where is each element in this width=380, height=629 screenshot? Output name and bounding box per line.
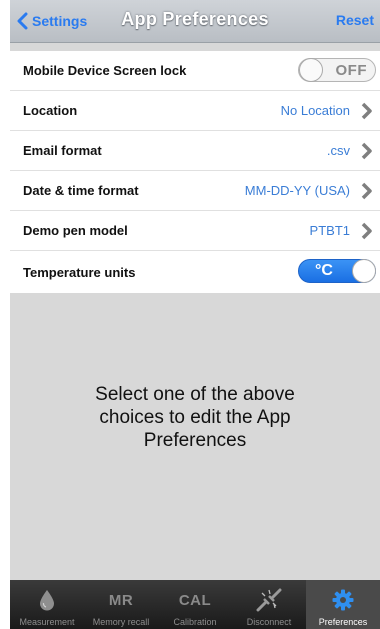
tab-label: Preferences	[318, 617, 368, 627]
navigation-bar: Settings App Preferences Reset	[10, 0, 380, 43]
setting-row-email-format[interactable]: Email format .csv	[10, 131, 380, 171]
setting-label: Mobile Device Screen lock	[23, 63, 187, 78]
tab-label: Calibration	[173, 617, 217, 627]
setting-row-screen-lock: Mobile Device Screen lock OFF	[10, 51, 380, 91]
drop-icon	[40, 590, 54, 611]
setting-value: MM-DD-YY (USA)	[244, 183, 350, 198]
setting-value: No Location	[280, 103, 350, 118]
toggle-text: °C	[315, 262, 333, 279]
setting-label: Location	[23, 103, 78, 118]
tab-label: Measurement	[19, 617, 75, 627]
setting-row-date-time-format[interactable]: Date & time format MM-DD-YY (USA)	[10, 171, 380, 211]
disconnect-icon	[256, 588, 282, 612]
temperature-units-toggle[interactable]: °C	[298, 259, 376, 283]
chevron-right-icon	[361, 142, 372, 159]
setting-row-demo-pen-model[interactable]: Demo pen model PTBT1	[10, 211, 380, 251]
chevron-right-icon	[361, 222, 372, 239]
setting-row-location[interactable]: Location No Location	[10, 91, 380, 131]
tab-label: Disconnect	[246, 617, 292, 627]
tab-label: Memory recall	[92, 617, 150, 627]
setting-label: Date & time format	[23, 183, 139, 198]
message-line: Select one of the above	[95, 384, 295, 405]
tab-bar: Measurement MR Memory recall CAL Calibra…	[10, 580, 380, 629]
reset-button[interactable]: Reset	[336, 12, 374, 28]
tab-preferences[interactable]: Preferences	[306, 580, 380, 629]
back-button[interactable]: Settings	[16, 12, 87, 30]
settings-list: Mobile Device Screen lock OFF Location N…	[10, 51, 380, 293]
screen-lock-toggle[interactable]: OFF	[298, 58, 376, 82]
back-button-label: Settings	[32, 13, 88, 29]
app-screen: Settings App Preferences Reset Mobile De…	[10, 0, 380, 629]
chevron-right-icon	[361, 102, 372, 119]
mr-icon: MR	[108, 591, 134, 609]
tab-calibration[interactable]: CAL Calibration	[158, 580, 232, 629]
chevron-left-icon	[17, 12, 28, 30]
message-line: choices to edit the App	[99, 407, 291, 428]
tab-disconnect[interactable]: Disconnect	[232, 580, 306, 629]
setting-label: Demo pen model	[23, 223, 128, 238]
toggle-knob	[352, 259, 376, 283]
setting-label: Temperature units	[23, 264, 136, 280]
message-line: Preferences	[143, 430, 247, 451]
gear-icon	[332, 589, 354, 611]
tab-measurement[interactable]: Measurement	[10, 580, 84, 629]
toggle-knob	[299, 58, 323, 82]
empty-state-message: Select one of the above choices to edit …	[10, 383, 380, 452]
setting-value: PTBT1	[309, 223, 350, 238]
setting-value: .csv	[326, 143, 350, 158]
chevron-right-icon	[361, 182, 372, 199]
setting-row-temperature-units: Temperature units °C	[10, 251, 380, 293]
tab-memory-recall[interactable]: MR Memory recall	[84, 580, 158, 629]
toggle-text: OFF	[335, 62, 367, 79]
setting-label: Email format	[23, 143, 102, 158]
cal-icon: CAL	[178, 591, 212, 609]
